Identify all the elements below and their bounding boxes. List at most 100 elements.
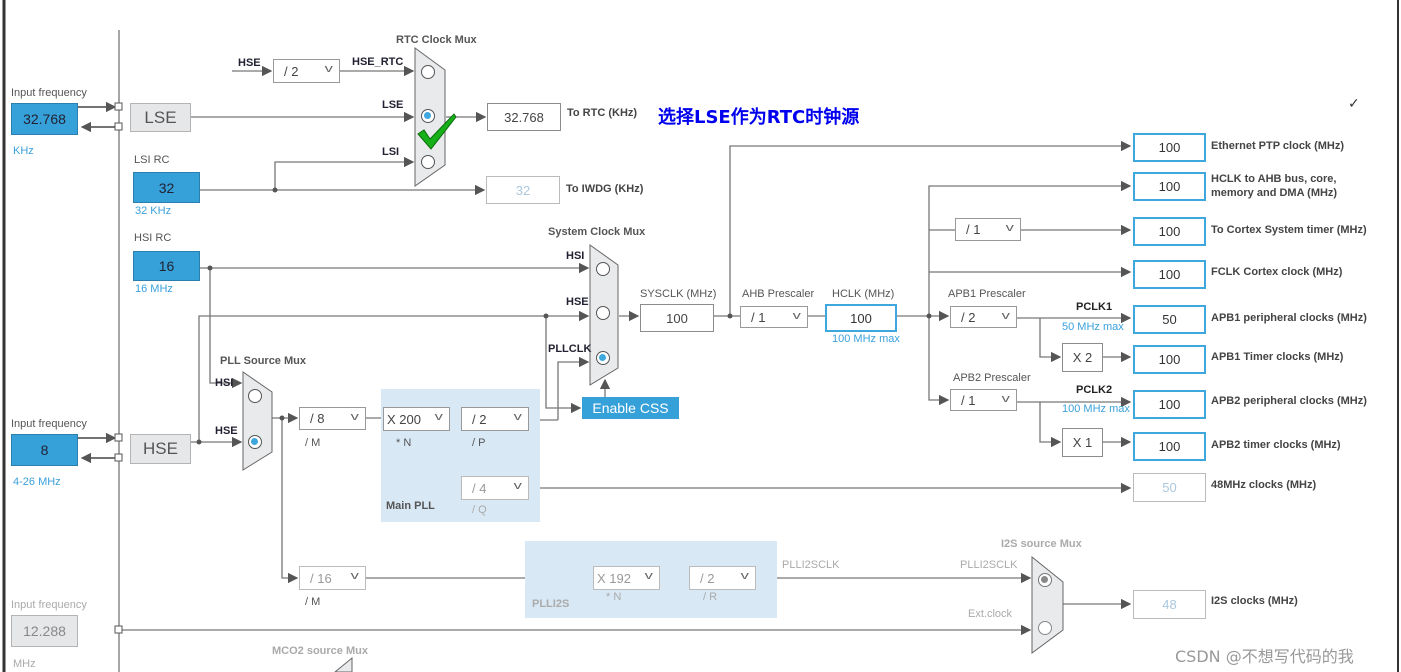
plli2s-m-value: / 16	[310, 570, 332, 586]
rtc-output-value: 32.768	[487, 103, 561, 131]
rtc-lsi-label: LSI	[382, 146, 400, 158]
apb2-peripheral-label: APB2 peripheral clocks (MHz)	[1211, 395, 1367, 407]
i2s-label: I2S clocks (MHz)	[1211, 595, 1298, 607]
i2s-mux-ext-radio[interactable]	[1038, 621, 1052, 635]
lsi-value: 32	[133, 172, 200, 203]
apb2-label: APB2 Prescaler	[953, 372, 1031, 384]
pclk2-label: PCLK2	[1076, 384, 1113, 396]
pll-mux-hse-radio[interactable]	[248, 435, 262, 449]
enable-css-button[interactable]: Enable CSS	[582, 397, 679, 419]
lse-frequency-input[interactable]: 32.768	[11, 103, 78, 135]
chevron-down-icon: v	[1005, 222, 1014, 234]
plli2s-r-value: / 2	[700, 570, 715, 586]
apb2-value: / 1	[961, 392, 976, 408]
apb2-timer-multiplier: X 1	[1062, 428, 1103, 457]
48mhz-output: 50	[1133, 473, 1206, 502]
apb1-value: / 2	[961, 309, 976, 325]
cortex-timer-label: To Cortex System timer (MHz)	[1211, 224, 1367, 236]
pll-n-value: X 200	[387, 411, 421, 427]
hclk-label: HCLK (MHz)	[832, 288, 895, 300]
rtc-mux-hse-radio[interactable]	[421, 65, 435, 79]
ahb-prescaler-dropdown[interactable]: / 1 v	[740, 306, 808, 328]
ethernet-ptp-label: Ethernet PTP clock (MHz)	[1211, 140, 1345, 152]
chevron-down-icon: v	[740, 570, 749, 582]
chevron-down-icon: v	[1001, 393, 1010, 405]
hse-frequency-input[interactable]: 8	[11, 434, 78, 466]
plli2s-r-dropdown[interactable]: / 2 v	[689, 566, 756, 590]
plli2sclk-label: PLLI2SCLK	[782, 559, 840, 571]
lse-input-label: Input frequency	[11, 87, 87, 99]
plli2s-n-label: * N	[606, 591, 622, 603]
hclk-input[interactable]: 100	[825, 304, 897, 332]
pll-mux-hsi-radio[interactable]	[248, 389, 262, 403]
ext-frequency-input[interactable]: 12.288	[11, 615, 78, 647]
apb1-label: APB1 Prescaler	[948, 288, 1026, 300]
plli2s-title: PLLI2S	[532, 598, 570, 610]
chevron-down-icon: v	[513, 480, 522, 492]
chevron-down-icon: v	[350, 570, 359, 582]
chevron-down-icon: v	[513, 411, 522, 423]
plli2s-m-dropdown[interactable]: / 16 v	[299, 566, 366, 590]
chevron-down-icon: v	[792, 310, 801, 322]
lsi-unit: 32 KHz	[135, 205, 172, 217]
rtc-output-label: To RTC (KHz)	[567, 107, 638, 119]
ext-input-label: Input frequency	[11, 599, 87, 611]
i2s-plli2sclk-label: PLLI2SCLK	[960, 559, 1018, 571]
sys-mux-hse-radio[interactable]	[596, 306, 610, 320]
apb1-timer-label: APB1 Timer clocks (MHz)	[1211, 351, 1344, 363]
sysclk-label: SYSCLK (MHz)	[640, 288, 717, 300]
sys-hse-label: HSE	[566, 296, 589, 308]
hse-rtc-divider-value: / 2	[284, 63, 299, 79]
pclk2-max: 100 MHz max	[1062, 403, 1130, 415]
i2s-ext-label: Ext.clock	[968, 608, 1013, 620]
fclk-output[interactable]: 100	[1133, 260, 1206, 289]
i2s-output: 48	[1133, 590, 1206, 619]
cortex-timer-output[interactable]: 100	[1133, 217, 1206, 246]
rtc-lse-label: LSE	[382, 99, 404, 111]
apb2-prescaler-dropdown[interactable]: / 1 v	[950, 389, 1017, 411]
hse-unit: 4-26 MHz	[13, 476, 61, 488]
pll-m-dropdown[interactable]: / 8 v	[299, 407, 366, 430]
apb1-timer-multiplier: X 2	[1062, 343, 1103, 372]
pll-p-label: / P	[472, 437, 486, 449]
hclk-max: 100 MHz max	[832, 333, 900, 345]
hsi-label: HSI RC	[134, 232, 172, 244]
apb2-peripheral-output[interactable]: 100	[1133, 390, 1206, 419]
iwdg-output-value: 32	[486, 176, 560, 204]
pll-hsi-label: HSI	[215, 377, 234, 389]
apb2-timer-output[interactable]: 100	[1133, 432, 1206, 461]
pll-m-value: / 8	[310, 411, 325, 426]
i2s-mux-plli2sclk-radio[interactable]	[1038, 573, 1052, 587]
hsi-value: 16	[133, 251, 200, 281]
ethernet-ptp-output[interactable]: 100	[1133, 133, 1206, 162]
main-pll-title: Main PLL	[386, 500, 435, 512]
pll-p-dropdown[interactable]: / 2 v	[461, 407, 529, 431]
plli2s-m-label: / M	[305, 596, 321, 608]
apb1-timer-output[interactable]: 100	[1133, 345, 1206, 374]
lsi-label: LSI RC	[134, 154, 170, 166]
sys-mux-hsi-radio[interactable]	[596, 262, 610, 276]
pll-q-dropdown[interactable]: / 4 v	[461, 476, 529, 500]
pclk1-max: 50 MHz max	[1062, 321, 1124, 333]
hclk-ahb-output[interactable]: 100	[1133, 172, 1206, 201]
48mhz-label: 48MHz clocks (MHz)	[1211, 479, 1317, 491]
rtc-mux-lsi-radio[interactable]	[421, 155, 435, 169]
mco2-mux-title: MCO2 source Mux	[272, 645, 368, 657]
sys-mux-pllclk-radio[interactable]	[596, 351, 610, 365]
hse-input-label: Input frequency	[11, 418, 87, 430]
cortex-timer-divider[interactable]: / 1 v	[955, 218, 1021, 241]
hsi-unit: 16 MHz	[135, 283, 173, 295]
apb1-prescaler-dropdown[interactable]: / 2 v	[950, 306, 1017, 328]
hse-rtc-label: HSE_RTC	[352, 56, 404, 68]
apb1-peripheral-label: APB1 peripheral clocks (MHz)	[1211, 312, 1367, 324]
pll-n-dropdown[interactable]: X 200 v	[383, 407, 450, 431]
rtc-mux-title: RTC Clock Mux	[396, 34, 477, 46]
hclk-ahb-label: HCLK to AHB bus, core, memory and DMA (M…	[1211, 173, 1338, 199]
lse-source: LSE	[130, 103, 191, 132]
plli2s-n-dropdown[interactable]: X 192 v	[593, 566, 660, 590]
annotation-text: 选择LSE作为RTC时钟源	[658, 107, 860, 128]
iwdg-output-label: To IWDG (KHz)	[566, 183, 644, 195]
hse-rtc-divider[interactable]: / 2 v	[273, 59, 340, 83]
apb1-peripheral-output[interactable]: 50	[1133, 305, 1206, 334]
sysclk-value[interactable]: 100	[640, 304, 714, 332]
